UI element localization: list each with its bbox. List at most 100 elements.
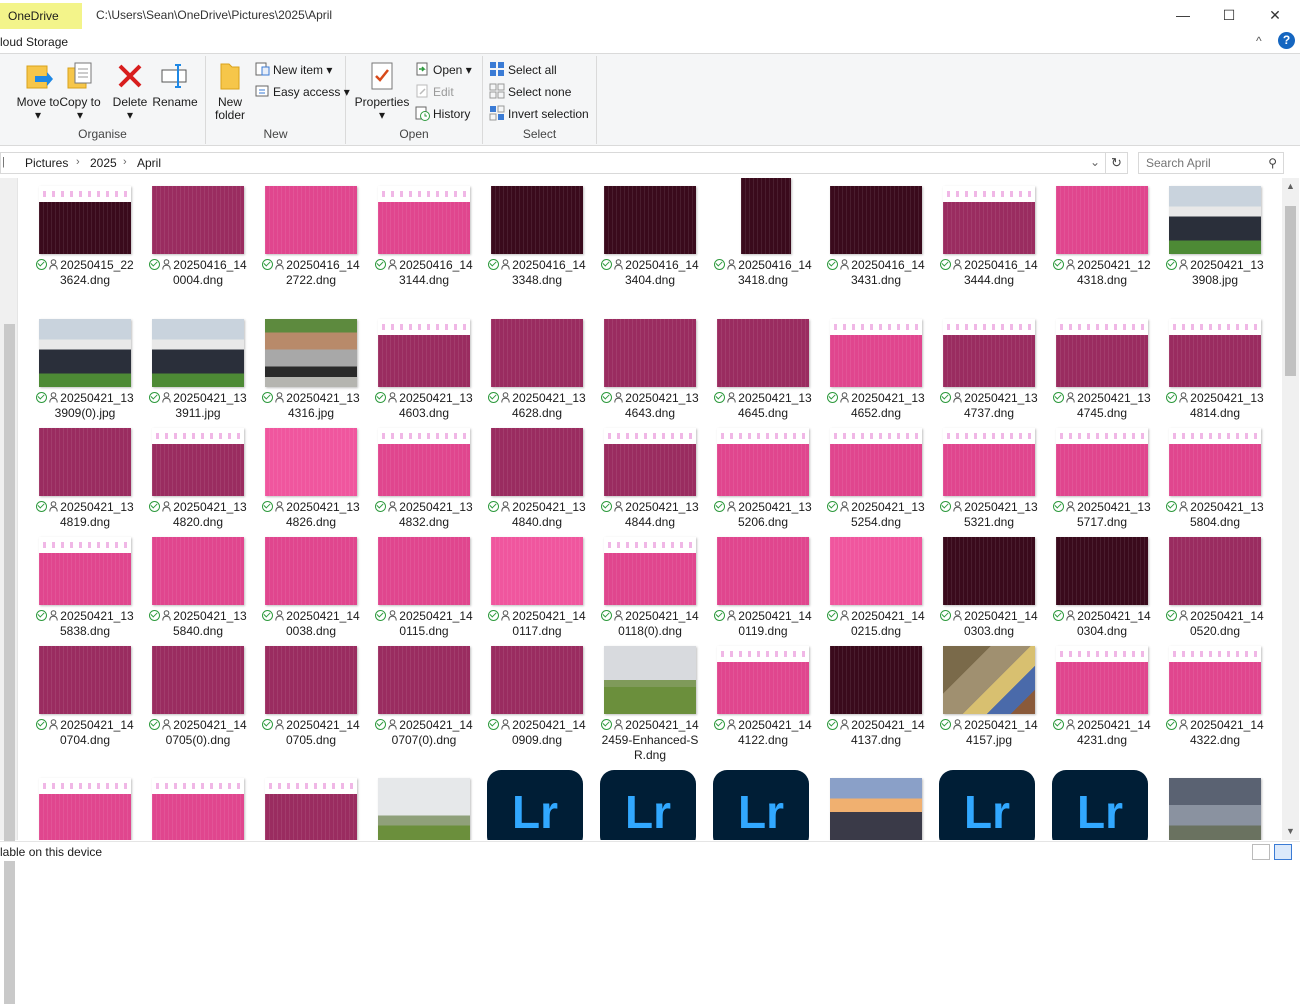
rename-button[interactable]: Rename — [152, 60, 198, 109]
minimize-ribbon-button[interactable]: ^ — [1256, 34, 1262, 48]
open-button[interactable]: Open ▾ — [414, 60, 472, 80]
file-item[interactable]: 20250421_135254.dng — [824, 420, 928, 529]
file-item[interactable]: 20250421_140707(0).dng — [372, 638, 476, 747]
file-item[interactable]: 20250421_134844.dng — [598, 420, 702, 529]
file-item[interactable]: 20250421_134316.jpg — [259, 311, 363, 420]
search-box[interactable]: ⚲ — [1138, 152, 1284, 174]
file-item[interactable]: Lr — [711, 770, 815, 840]
file-item[interactable]: 20250416_143444.dng — [937, 178, 1041, 287]
navigation-pane-edge[interactable] — [0, 178, 18, 1004]
file-item[interactable]: 20250421_135717.dng — [1050, 420, 1154, 529]
address-bar[interactable]: | Pictures › 2025 › April ⌄ — [0, 152, 1106, 174]
file-item[interactable]: 20250416_140004.dng — [146, 178, 250, 287]
file-item[interactable]: 20250421_134643.dng — [598, 311, 702, 420]
file-item[interactable]: 20250416_143404.dng — [598, 178, 702, 287]
select-none-button[interactable]: Select none — [489, 82, 571, 102]
search-icon[interactable]: ⚲ — [1268, 156, 1277, 170]
chevron-right-icon[interactable]: › — [123, 156, 127, 168]
file-item[interactable]: 20250416_143418.dng — [711, 178, 815, 287]
file-item[interactable]: 20250421_133909(0).jpg — [33, 311, 137, 420]
file-item[interactable]: 20250421_135321.dng — [937, 420, 1041, 529]
file-item[interactable]: 20250421_134832.dng — [372, 420, 476, 529]
file-item[interactable]: 20250416_142722.dng — [259, 178, 363, 287]
file-item[interactable]: 20250421_140303.dng — [937, 529, 1041, 638]
file-item[interactable]: 20250421_144322.dng — [1163, 638, 1267, 747]
tab-cloud-storage[interactable]: loud Storage — [0, 35, 68, 49]
file-item[interactable]: 20250416_143348.dng — [485, 178, 589, 287]
file-item[interactable]: 20250421_140038.dng — [259, 529, 363, 638]
file-item[interactable]: 20250421_140705.dng — [259, 638, 363, 747]
file-item[interactable]: 20250421_144122.dng — [711, 638, 815, 747]
onedrive-tab[interactable]: OneDrive — [0, 3, 82, 29]
chevron-right-icon[interactable]: › — [76, 156, 80, 168]
file-item[interactable]: Lr — [1050, 770, 1154, 840]
history-button[interactable]: History — [414, 104, 470, 124]
maximize-button[interactable]: ☐ — [1206, 0, 1252, 30]
file-item[interactable]: 20250421_140119.dng — [711, 529, 815, 638]
details-view-icon[interactable] — [1252, 844, 1270, 860]
file-item[interactable]: 20250421_140115.dng — [372, 529, 476, 638]
move-to-button[interactable]: Move to ▾ — [16, 60, 60, 122]
delete-button[interactable]: Delete ▾ — [108, 60, 152, 122]
file-item[interactable]: 20250421_135840.dng — [146, 529, 250, 638]
scroll-thumb[interactable] — [1285, 206, 1296, 376]
file-item[interactable]: 20250416_143144.dng — [372, 178, 476, 287]
file-item[interactable]: 20250421_140704.dng — [33, 638, 137, 747]
file-item[interactable]: 20250416_143431.dng — [824, 178, 928, 287]
breadcrumb-2025[interactable]: 2025 — [90, 156, 117, 170]
edit-button[interactable]: Edit — [414, 82, 454, 102]
file-item[interactable]: 20250415_223624.dng — [33, 178, 137, 287]
file-item[interactable]: 20250421_135804.dng — [1163, 420, 1267, 529]
file-item[interactable]: 20250421_134745.dng — [1050, 311, 1154, 420]
scroll-up-icon[interactable]: ▲ — [1282, 178, 1299, 195]
file-item[interactable] — [259, 770, 363, 840]
file-item[interactable]: Lr — [598, 770, 702, 840]
file-item[interactable] — [146, 770, 250, 840]
new-folder-button[interactable]: New folder — [208, 60, 252, 122]
file-item[interactable]: 20250421_134652.dng — [824, 311, 928, 420]
file-item[interactable] — [33, 770, 137, 840]
file-item[interactable]: 20250421_135206.dng — [711, 420, 815, 529]
file-item[interactable] — [1163, 770, 1267, 840]
file-item[interactable]: 20250421_140215.dng — [824, 529, 928, 638]
select-all-button[interactable]: Select all — [489, 60, 557, 80]
file-item[interactable]: 20250421_124318.dng — [1050, 178, 1154, 287]
file-item[interactable]: 20250421_135838.dng — [33, 529, 137, 638]
file-item[interactable]: 20250421_144137.dng — [824, 638, 928, 747]
file-item[interactable]: 20250421_144157.jpg — [937, 638, 1041, 747]
search-input[interactable] — [1146, 153, 1264, 173]
large-icons-view-icon[interactable] — [1274, 844, 1292, 860]
file-item[interactable]: 20250421_134819.dng — [33, 420, 137, 529]
file-item[interactable]: Lr — [485, 770, 589, 840]
file-item[interactable]: 20250421_140304.dng — [1050, 529, 1154, 638]
chevron-down-icon[interactable]: ⌄ — [1090, 155, 1100, 169]
file-item[interactable]: 20250421_142459-Enhanced-SR.dng — [598, 638, 702, 762]
breadcrumb-pictures[interactable]: Pictures — [25, 156, 68, 170]
easy-access-button[interactable]: Easy access ▾ — [254, 82, 350, 102]
file-item[interactable]: 20250421_134826.dng — [259, 420, 363, 529]
file-item[interactable]: 20250421_140520.dng — [1163, 529, 1267, 638]
file-item[interactable]: 20250421_134628.dng — [485, 311, 589, 420]
file-item[interactable]: 20250421_133911.jpg — [146, 311, 250, 420]
scroll-down-icon[interactable]: ▼ — [1282, 823, 1299, 840]
refresh-button[interactable]: ↻ — [1106, 152, 1128, 174]
invert-selection-button[interactable]: Invert selection — [489, 104, 589, 124]
file-item[interactable]: 20250421_140909.dng — [485, 638, 589, 747]
file-item[interactable]: 20250421_134603.dng — [372, 311, 476, 420]
file-item[interactable] — [372, 770, 476, 840]
file-item[interactable]: 20250421_140117.dng — [485, 529, 589, 638]
close-button[interactable]: ✕ — [1252, 0, 1298, 30]
breadcrumb-april[interactable]: April — [137, 156, 161, 170]
file-item[interactable]: 20250421_134814.dng — [1163, 311, 1267, 420]
file-item[interactable]: 20250421_134820.dng — [146, 420, 250, 529]
copy-to-button[interactable]: Copy to ▾ — [58, 60, 102, 122]
file-item[interactable]: 20250421_144231.dng — [1050, 638, 1154, 747]
new-item-button[interactable]: New item ▾ — [254, 60, 332, 80]
file-item[interactable] — [824, 770, 928, 840]
minimize-button[interactable]: — — [1160, 0, 1206, 30]
file-item[interactable]: 20250421_134737.dng — [937, 311, 1041, 420]
help-button[interactable]: ? — [1278, 32, 1295, 49]
properties-button[interactable]: Properties ▾ — [352, 60, 412, 122]
file-item[interactable]: 20250421_140118(0).dng — [598, 529, 702, 638]
vertical-scrollbar[interactable]: ▲ ▼ — [1282, 178, 1299, 840]
